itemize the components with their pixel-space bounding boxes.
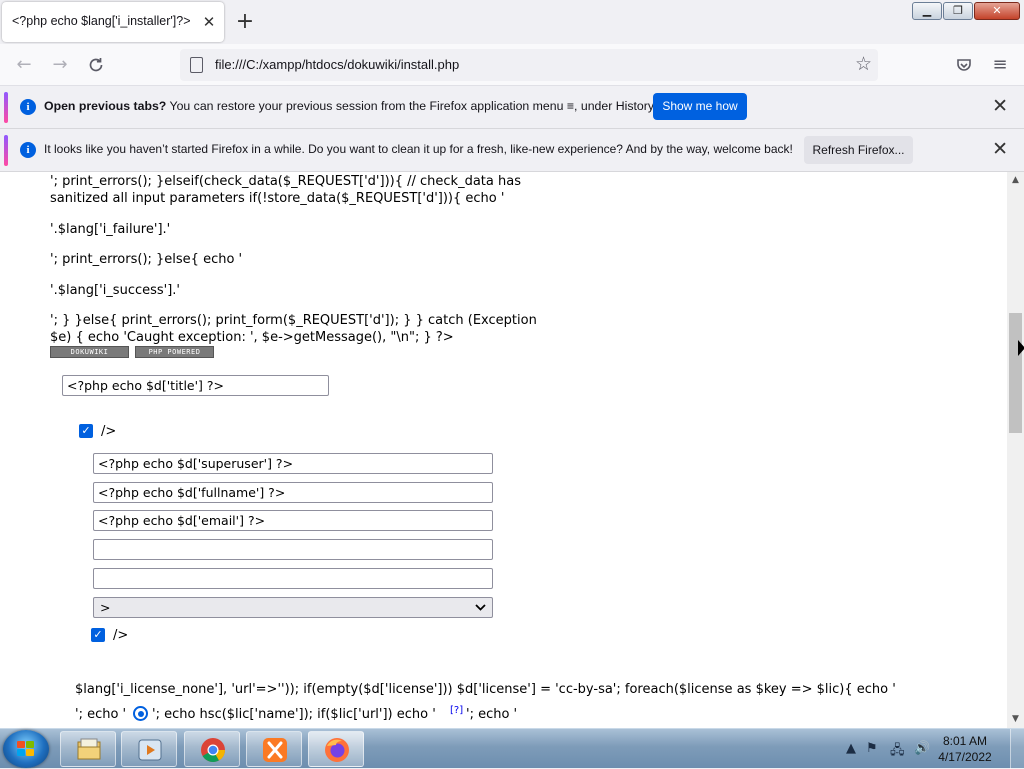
code-line: sanitized all input parameters if(!store… [50,191,505,206]
reload-icon[interactable] [84,53,108,77]
active-tab[interactable]: <?php echo $lang['i_installer']?> ✕ [2,2,224,42]
chevron-down-icon [475,598,486,623]
scroll-down-arrow-icon[interactable]: ▼ [1007,711,1024,728]
forward-arrow-icon[interactable]: → [48,53,72,77]
refresh-firefox-button[interactable]: Refresh Firefox... [804,136,913,164]
maximize-button[interactable]: ❐ [943,2,973,20]
url-bar[interactable]: file:///C:/xampp/htdocs/dokuwiki/install… [180,49,878,81]
close-icon[interactable]: ✕ [992,138,1008,160]
file-explorer-icon [77,738,101,760]
show-desktop-button[interactable] [1010,729,1024,769]
license-code-line: '; echo ' [75,707,127,722]
back-arrow-icon[interactable]: ← [12,53,36,77]
license-help-link[interactable]: [?] [450,705,463,716]
bookmark-star-icon[interactable]: ☆ [855,53,872,75]
windows-taskbar: ▲ ⚑ 🖧 🔊 8:01 AM 4/17/2022 [0,728,1024,769]
code-line: '; print_errors(); }else{ echo ' [50,252,243,267]
taskbar-media-player[interactable] [121,731,177,767]
page-content: '; print_errors(); }elseif(check_data($_… [0,172,1007,728]
fullname-input[interactable]: <?php echo $d['fullname'] ?> [93,482,493,503]
allow-registration-checkbox[interactable]: ✓ [91,628,105,642]
close-icon[interactable]: ✕ [992,95,1008,117]
license-code-line: '; echo ' [466,707,518,722]
wiki-title-input[interactable]: <?php echo $d['title'] ?> [62,375,329,396]
taskbar-chrome[interactable] [184,731,240,767]
notification-accent [4,135,8,166]
php-powered-badge[interactable]: PHP POWERED [135,346,214,358]
page-icon [190,57,203,73]
notification-bold: Open previous tabs? [44,99,167,113]
hamburger-menu-icon[interactable]: ≡ [988,53,1012,77]
notification-message: It looks like you haven’t started Firefo… [44,142,793,156]
select-value: > [100,600,111,615]
xampp-icon [263,738,287,762]
system-clock[interactable]: 8:01 AM 4/17/2022 [930,733,1000,765]
notification-message: Open previous tabs? You can restore your… [44,99,657,113]
vertical-scrollbar[interactable]: ▲ ▼ [1007,172,1024,728]
enable-acl-checkbox[interactable]: ✓ [79,424,93,438]
dokuwiki-badge[interactable]: DOKUWIKI [50,346,129,358]
pocket-icon[interactable] [952,53,976,77]
maximize-icon: ❐ [953,4,963,17]
license-code-line: '; echo hsc($lic['name']); if($lic['url'… [152,707,436,722]
tab-title: <?php echo $lang['i_installer']?> [12,14,191,28]
network-icon[interactable]: 🖧 [890,741,905,763]
code-line: '.$lang['i_failure'].' [50,222,171,237]
clock-date: 4/17/2022 [938,750,992,764]
action-center-icon[interactable]: ⚑ [866,741,878,756]
tab-close-icon[interactable]: ✕ [198,11,220,33]
notification-accent [4,92,8,123]
info-icon: i [20,142,36,158]
code-line: '; } }else{ print_errors(); print_form($… [50,313,537,328]
tab-strip: <?php echo $lang['i_installer']?> ✕ + ▁ … [0,0,1024,44]
taskbar-file-explorer[interactable] [60,731,116,767]
scroll-up-arrow-icon[interactable]: ▲ [1007,172,1024,189]
clock-time: 8:01 AM [942,734,988,748]
show-me-how-button[interactable]: Show me how [653,93,747,120]
navigation-toolbar: ← → file:///C:/xampp/htdocs/dokuwiki/ins… [0,44,1024,86]
refresh-firefox-notification: i It looks like you haven’t started Fire… [0,129,1024,172]
firefox-icon [325,738,349,762]
allowreg-checkbox-label: /> [113,628,129,643]
restore-session-notification: i Open previous tabs? You can restore yo… [0,86,1024,129]
acl-checkbox-label: /> [101,424,117,439]
url-text[interactable]: file:///C:/xampp/htdocs/dokuwiki/install… [215,57,459,72]
window-controls: ▁ ❐ ✕ [911,2,1020,20]
show-hidden-icons-arrow-icon[interactable]: ▲ [846,741,856,756]
volume-icon[interactable]: 🔊 [914,741,930,756]
taskbar-xampp[interactable] [246,731,302,767]
mouse-cursor-icon [1018,340,1024,356]
superuser-input[interactable]: <?php echo $d['superuser'] ?> [93,453,493,474]
password-input[interactable] [93,539,493,560]
media-player-icon [138,739,162,761]
close-window-button[interactable]: ✕ [974,2,1020,20]
chrome-icon [201,738,225,763]
email-input[interactable]: <?php echo $d['email'] ?> [93,510,493,531]
acl-policy-select[interactable]: > [93,597,493,618]
start-button[interactable] [3,730,49,768]
password-confirm-input[interactable] [93,568,493,589]
new-tab-button[interactable]: + [233,11,257,35]
close-icon: ✕ [992,4,1002,17]
scrollbar-thumb[interactable] [1009,313,1022,433]
license-radio[interactable] [133,706,148,721]
code-line: $e) { echo 'Caught exception: ', $e->get… [50,330,454,345]
minimize-icon: ▁ [922,4,932,17]
license-code-line: $lang['i_license_none'], 'url'=>'')); if… [75,682,896,697]
windows-logo-icon [17,741,35,757]
minimize-button[interactable]: ▁ [912,2,942,20]
info-icon: i [20,99,36,115]
code-line: '; print_errors(); }elseif(check_data($_… [50,174,521,189]
code-line: '.$lang['i_success'].' [50,283,181,298]
taskbar-firefox[interactable] [308,731,364,767]
notification-text: You can restore your previous session fr… [166,99,657,113]
